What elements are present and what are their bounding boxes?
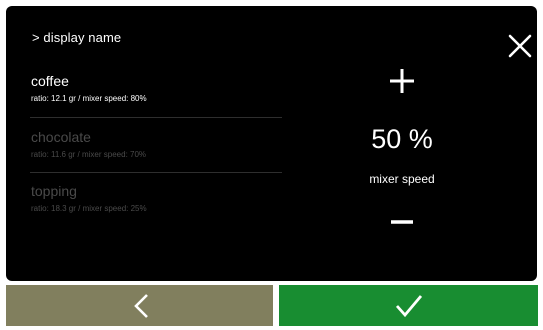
- product-name: coffee: [31, 73, 69, 89]
- chevron-left-icon: [134, 294, 148, 318]
- checkmark-icon: [395, 295, 423, 318]
- minus-icon: [391, 220, 413, 224]
- close-button[interactable]: [506, 32, 534, 60]
- divider: [30, 117, 282, 118]
- decrease-button[interactable]: [386, 206, 418, 238]
- product-item-topping[interactable]: topping ratio: 18.3 gr / mixer speed: 25…: [31, 183, 281, 214]
- product-item-chocolate[interactable]: chocolate ratio: 11.6 gr / mixer speed: …: [31, 129, 281, 160]
- divider: [30, 172, 282, 173]
- confirm-button[interactable]: [279, 285, 538, 326]
- device-panel: > display name coffee ratio: 12.1 gr / m…: [0, 0, 543, 330]
- product-detail: ratio: 18.3 gr / mixer speed: 25%: [31, 204, 147, 213]
- product-detail: ratio: 11.6 gr / mixer speed: 70%: [31, 150, 147, 159]
- breadcrumb: > display name: [32, 30, 122, 45]
- product-name: topping: [31, 183, 77, 199]
- increase-button[interactable]: [386, 65, 418, 97]
- product-detail: ratio: 12.1 gr / mixer speed: 80%: [31, 94, 147, 103]
- product-item-coffee[interactable]: coffee ratio: 12.1 gr / mixer speed: 80%: [31, 73, 281, 104]
- mixer-speed-label: mixer speed: [369, 172, 435, 186]
- plus-icon: [390, 69, 414, 93]
- close-icon: [508, 34, 532, 58]
- mixer-speed-value: 50 %: [371, 124, 433, 154]
- product-name: chocolate: [31, 129, 91, 145]
- back-button[interactable]: [6, 285, 273, 326]
- display-screen: > display name coffee ratio: 12.1 gr / m…: [6, 6, 537, 281]
